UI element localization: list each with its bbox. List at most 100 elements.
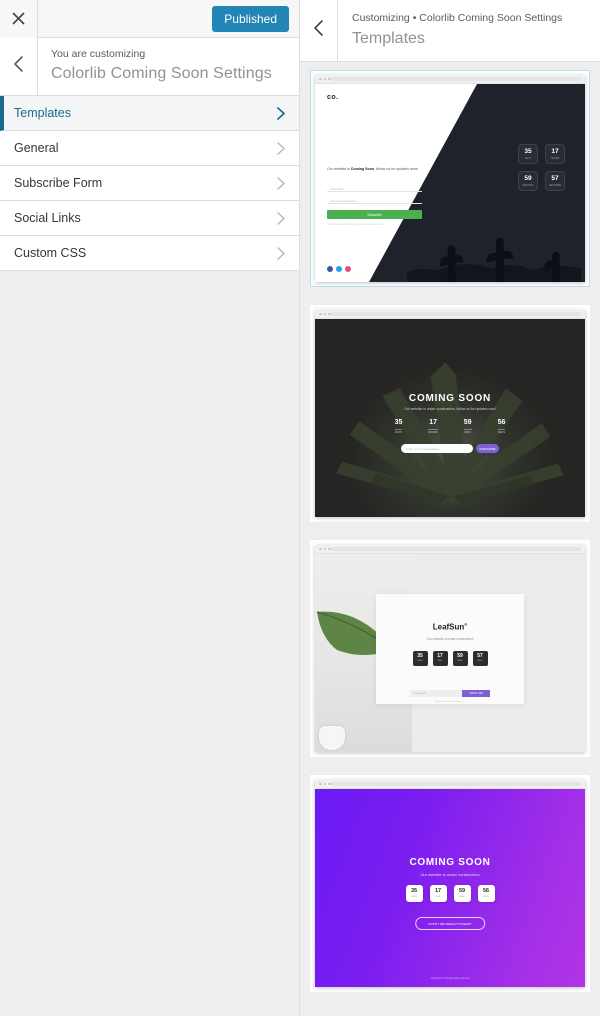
countdown-unit: 17 HOURS bbox=[428, 419, 438, 434]
templates-header: Customizing • Colorlib Coming Soon Setti… bbox=[300, 0, 600, 62]
subscribe-form: Enter your email address SUBSCRIBE bbox=[401, 444, 499, 453]
countdown-unit: 59 MINS bbox=[453, 885, 471, 902]
countdown-unit: 56 SECS bbox=[477, 885, 495, 902]
template-thumbnail: LeafSun® Our website is under constructi… bbox=[315, 545, 585, 752]
email-field[interactable]: Your Email Address bbox=[327, 196, 422, 204]
section-title: Templates bbox=[352, 29, 425, 47]
sidebar-item-subscribe-form[interactable]: Subscribe Form bbox=[0, 166, 299, 201]
facebook-icon[interactable] bbox=[327, 266, 333, 272]
url-bar bbox=[330, 547, 581, 551]
customizer-title-text: You are customizing Colorlib Coming Soon… bbox=[38, 38, 272, 95]
subscribe-button[interactable]: Subscribe bbox=[327, 210, 422, 219]
breadcrumb: Customizing • Colorlib Coming Soon Setti… bbox=[352, 12, 563, 24]
template-canvas: COMING SOON Our website is under constru… bbox=[315, 789, 585, 987]
template-card-aloe-dark[interactable]: COMING SOON Our website is under constru… bbox=[310, 305, 590, 522]
countdown-label: HOURS bbox=[550, 156, 560, 160]
template-screenshot: LeafSun® Our website is under constructi… bbox=[315, 545, 585, 752]
countdown-label: MINS bbox=[457, 660, 463, 663]
fineprint: We promise we will not spam you. bbox=[434, 700, 466, 703]
countdown-unit: 35 DAYS bbox=[394, 419, 403, 434]
customizer-topbar: Published bbox=[0, 0, 299, 38]
countdown-value: 17 bbox=[429, 419, 437, 426]
countdown-value: 35 bbox=[410, 888, 418, 895]
countdown-unit: 59 MINS bbox=[452, 650, 468, 666]
sidebar-item-label: Social Links bbox=[14, 211, 81, 225]
template-card-split-cactus[interactable]: co. Our website is Coming Soon, follow u… bbox=[310, 70, 590, 287]
sidebar-item-label: Templates bbox=[14, 106, 71, 120]
customizer-menu: Templates General Subscribe Form Social … bbox=[0, 96, 299, 271]
countdown-label: MINS bbox=[463, 428, 472, 434]
subscribe-button[interactable]: SUBSCRIBE bbox=[476, 444, 499, 453]
countdown: 35 DAYS 17 HRS 59 MINS 57 SECS bbox=[376, 650, 524, 666]
close-icon bbox=[12, 12, 25, 25]
sidebar-item-general[interactable]: General bbox=[0, 131, 299, 166]
name-field[interactable]: Your Name bbox=[327, 184, 422, 192]
countdown-value: 57 bbox=[477, 653, 483, 660]
countdown-value: 56 bbox=[482, 888, 490, 895]
window-dots bbox=[319, 312, 331, 316]
email-input[interactable]: Your email bbox=[410, 689, 462, 697]
countdown-value: 57 bbox=[551, 174, 559, 182]
countdown-value: 35 bbox=[524, 147, 532, 155]
chevron-right-icon bbox=[277, 246, 285, 260]
template-card-leafsun[interactable]: LeafSun® Our website is under constructi… bbox=[310, 540, 590, 757]
template-copy: Our website is Coming Soon, follow us fo… bbox=[327, 167, 419, 171]
url-bar bbox=[330, 312, 581, 316]
countdown-value: 59 bbox=[458, 888, 466, 895]
countdown-label: HOURS bbox=[428, 428, 438, 434]
cactus-silhouette-icon bbox=[406, 237, 581, 282]
sidebar-item-label: Subscribe Form bbox=[14, 176, 103, 190]
countdown-label: MINUTES bbox=[522, 183, 534, 187]
template-logo: co. bbox=[327, 94, 339, 101]
countdown-label: SECS bbox=[497, 428, 506, 434]
templates-back-button[interactable] bbox=[300, 0, 338, 61]
template-screenshot: COMING SOON Our website is under constru… bbox=[315, 310, 585, 517]
template-canvas: LeafSun® Our website is under constructi… bbox=[315, 554, 585, 752]
countdown-unit: 57 SECS bbox=[472, 650, 488, 666]
twitter-icon[interactable] bbox=[336, 266, 342, 272]
chevron-left-icon bbox=[313, 20, 324, 41]
chevron-right-icon bbox=[277, 176, 285, 190]
dribbble-icon[interactable] bbox=[345, 266, 351, 272]
plant-pot bbox=[319, 726, 345, 750]
window-dots bbox=[319, 547, 331, 551]
template-subtitle: Our website is under construction, follo… bbox=[404, 407, 496, 411]
countdown-unit: 35 DAYS bbox=[405, 885, 423, 902]
countdown-label: SECONDS bbox=[549, 183, 561, 187]
countdown-label: DAYS bbox=[417, 660, 423, 663]
notify-button[interactable]: NOTIFY ME WHEN IT'S READY bbox=[415, 917, 485, 930]
template-card-purple-gradient[interactable]: COMING SOON Our website is under constru… bbox=[310, 775, 590, 992]
template-thumbnail: co. Our website is Coming Soon, follow u… bbox=[315, 75, 585, 282]
countdown: 35 DAYS 17 HRS 59 MINS 56 SECS bbox=[315, 885, 585, 902]
countdown-unit: 35 DAYS bbox=[412, 650, 428, 666]
browser-chrome-bar bbox=[315, 310, 585, 319]
countdown-unit: 17 HRS bbox=[432, 650, 448, 666]
countdown-label: HRS bbox=[437, 660, 443, 663]
sidebar-item-label: General bbox=[14, 141, 59, 155]
window-dots bbox=[319, 77, 331, 81]
email-input[interactable]: Enter your email address bbox=[401, 444, 473, 453]
countdown-label: HRS bbox=[435, 895, 441, 898]
sidebar-item-custom-css[interactable]: Custom CSS bbox=[0, 236, 299, 271]
customizer-back-button[interactable] bbox=[0, 38, 38, 95]
template-thumbnail: COMING SOON Our website is under constru… bbox=[315, 780, 585, 987]
countdown-unit: 56 SECS bbox=[497, 419, 506, 434]
publish-button[interactable]: Published bbox=[212, 5, 289, 32]
url-bar bbox=[330, 77, 581, 81]
template-screenshot: COMING SOON Our website is under constru… bbox=[315, 780, 585, 987]
countdown: 35 DAYS 17 HOURS 59 MINUTES 57 SECONDS bbox=[518, 144, 565, 191]
countdown-unit: 59 MINS bbox=[463, 419, 472, 434]
countdown-label: DAYS bbox=[394, 428, 403, 434]
template-canvas: COMING SOON Our website is under constru… bbox=[315, 319, 585, 517]
close-customizer-button[interactable] bbox=[0, 0, 38, 38]
notify-button[interactable]: NOTIFY ME bbox=[462, 689, 490, 697]
countdown-value: 17 bbox=[551, 147, 559, 155]
countdown-value: 59 bbox=[524, 174, 532, 182]
content-card: LeafSun® Our website is under constructi… bbox=[376, 594, 524, 704]
countdown-value: 59 bbox=[457, 653, 463, 660]
template-screenshot: co. Our website is Coming Soon, follow u… bbox=[315, 75, 585, 282]
countdown-unit: 17 HOURS bbox=[545, 144, 565, 164]
sidebar-item-templates[interactable]: Templates bbox=[0, 96, 299, 131]
countdown-value: 59 bbox=[463, 419, 472, 426]
sidebar-item-social-links[interactable]: Social Links bbox=[0, 201, 299, 236]
